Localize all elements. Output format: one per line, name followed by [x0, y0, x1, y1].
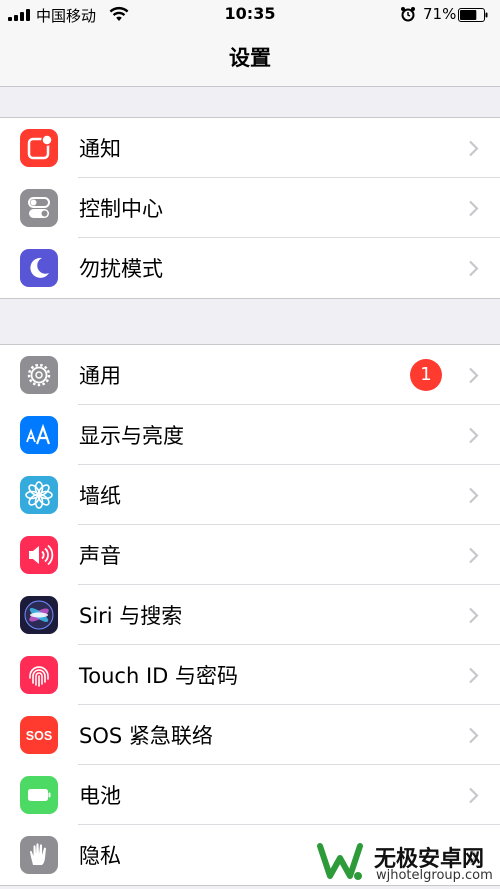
chevron-right-icon: [469, 260, 479, 277]
row-label: 声音: [79, 544, 121, 568]
settings-row-control-center[interactable]: 控制中心: [0, 178, 500, 238]
row-label: 通用: [79, 364, 121, 388]
navigation-bar: 设置: [0, 30, 500, 87]
settings-row-notifications[interactable]: 通知: [0, 118, 500, 178]
battery-percent: 71%: [423, 5, 457, 23]
row-label: 控制中心: [79, 197, 163, 221]
settings-row-battery[interactable]: 电池: [0, 765, 500, 825]
control-center-icon: [20, 189, 58, 227]
settings-row-display-brightness[interactable]: 显示与亮度: [0, 405, 500, 465]
chevron-right-icon: [469, 367, 479, 384]
settings-row-do-not-disturb[interactable]: 勿扰模式: [0, 238, 500, 298]
watermark-url: wjhotelgroup.com: [376, 868, 493, 883]
battery-icon: [20, 776, 58, 814]
settings-row-siri-search[interactable]: Siri 与搜索: [0, 585, 500, 645]
chevron-right-icon: [469, 607, 479, 624]
settings-row-sounds[interactable]: 声音: [0, 525, 500, 585]
settings-row-touch-id-passcode[interactable]: Touch ID 与密码: [0, 645, 500, 705]
watermark: 无极安卓网 wjhotelgroup.com: [312, 838, 498, 888]
chevron-right-icon: [469, 547, 479, 564]
settings-row-general[interactable]: 通用 1: [0, 345, 500, 405]
gear-icon: [20, 356, 58, 394]
fingerprint-icon: [20, 656, 58, 694]
chevron-right-icon: [469, 787, 479, 804]
hand-icon: [20, 836, 58, 874]
settings-group-1: 通知 控制中心 勿扰模式: [0, 117, 500, 299]
row-label: SOS 紧急联络: [79, 724, 213, 748]
battery-status-icon: [458, 8, 488, 22]
chevron-right-icon: [469, 427, 479, 444]
chevron-right-icon: [469, 487, 479, 504]
sos-icon-text: SOS: [26, 729, 52, 743]
chevron-right-icon: [469, 727, 479, 744]
row-label: 隐私: [79, 844, 121, 868]
row-label: 勿扰模式: [79, 257, 163, 281]
chevron-right-icon: [469, 200, 479, 217]
chevron-right-icon: [469, 667, 479, 684]
notifications-icon: [20, 129, 58, 167]
status-bar: 中国移动 10:35 71%: [0, 0, 500, 30]
brand-logo-icon: [317, 843, 363, 880]
row-label: 显示与亮度: [79, 424, 184, 448]
flower-icon: [20, 476, 58, 514]
text-size-icon: [20, 416, 58, 454]
moon-icon: [20, 249, 58, 287]
row-label: Touch ID 与密码: [79, 664, 238, 688]
alarm-icon: [401, 7, 415, 22]
row-label: 墙纸: [79, 484, 121, 508]
sos-icon: SOS: [20, 716, 58, 754]
siri-icon: [20, 596, 58, 634]
settings-row-wallpaper[interactable]: 墙纸: [0, 465, 500, 525]
speaker-icon: [20, 536, 58, 574]
row-label: 通知: [79, 137, 121, 161]
row-label: Siri 与搜索: [79, 604, 183, 628]
notification-badge: 1: [410, 359, 442, 391]
row-label: 电池: [79, 784, 121, 808]
page-title: 设置: [229, 46, 271, 70]
settings-group-2: 通用 1 显示与亮度 墙纸 声音 Siri 与搜索 Touch ID 与密码 S…: [0, 344, 500, 886]
settings-row-emergency-sos[interactable]: SOS SOS 紧急联络: [0, 705, 500, 765]
chevron-right-icon: [469, 140, 479, 157]
